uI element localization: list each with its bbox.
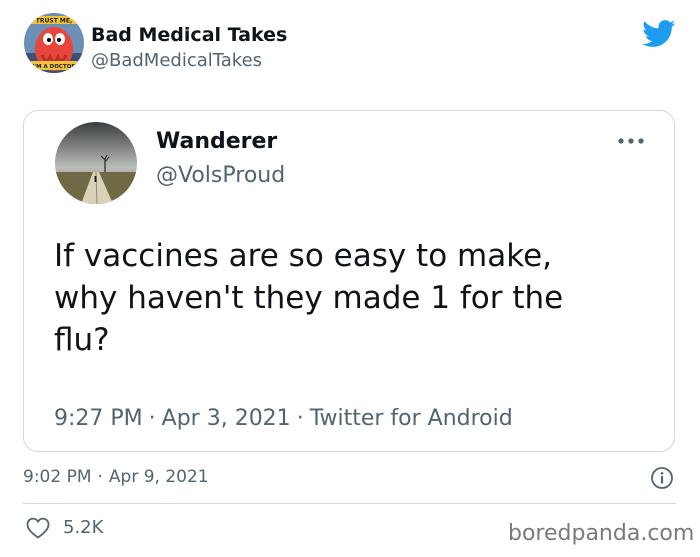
author-avatar[interactable]: TRUST ME, I'M A DOCTOR <box>24 13 84 73</box>
landscape-road-avatar-icon <box>55 122 137 204</box>
avatar-caption-bottom: I'M A DOCTOR <box>32 64 76 70</box>
heart-icon[interactable] <box>26 517 50 539</box>
more-dots-icon[interactable] <box>614 131 648 151</box>
quoted-tweet-card[interactable]: Wanderer @VolsProud If vaccines are so e… <box>23 110 675 452</box>
tweet-meta: 9:02 PM · Apr 9, 2021 <box>23 466 209 488</box>
quoted-author-handle[interactable]: @VolsProud <box>156 162 285 190</box>
quoted-author-avatar[interactable] <box>55 122 137 204</box>
avatar-caption-top: TRUST ME, <box>36 18 72 25</box>
zoidberg-avatar-icon: TRUST ME, I'M A DOCTOR <box>24 13 84 73</box>
quoted-tweet-date[interactable]: Apr 3, 2021 <box>162 406 291 431</box>
divider <box>23 503 676 504</box>
like-count[interactable]: 5.2K <box>63 517 103 539</box>
watermark: boredpanda.com <box>508 521 695 546</box>
quoted-tweet-time[interactable]: 9:27 PM <box>54 406 143 431</box>
quoted-author-name[interactable]: Wanderer <box>156 128 277 156</box>
quoted-tweet-text: If vaccines are so easy to make, why hav… <box>54 238 564 358</box>
meta-separator: · <box>148 406 156 431</box>
meta-separator: · <box>97 467 103 487</box>
author-handle[interactable]: @BadMedicalTakes <box>91 50 262 72</box>
meta-separator: · <box>296 406 304 431</box>
quoted-tweet-source[interactable]: Twitter for Android <box>310 406 513 431</box>
info-icon[interactable] <box>650 466 674 490</box>
tweet-date[interactable]: Apr 9, 2021 <box>109 467 209 487</box>
author-name[interactable]: Bad Medical Takes <box>91 23 287 47</box>
quoted-tweet-meta: 9:27 PM · Apr 3, 2021 · Twitter for Android <box>54 405 513 433</box>
tweet-time[interactable]: 9:02 PM <box>23 467 92 487</box>
twitter-bird-icon[interactable] <box>642 20 676 48</box>
